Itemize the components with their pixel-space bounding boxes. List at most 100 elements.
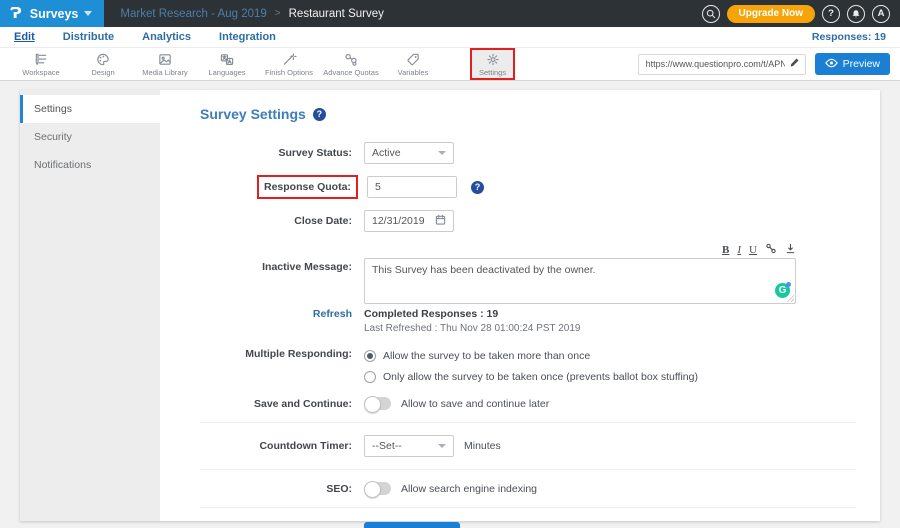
notifications-button[interactable] xyxy=(847,5,865,23)
title-help-icon[interactable]: ? xyxy=(313,108,326,121)
settings-content: Survey Settings ? Survey Status: Active … xyxy=(160,90,880,521)
save-and-continue-text: Allow to save and continue later xyxy=(401,398,549,410)
countdown-timer-select[interactable]: --Set-- xyxy=(364,435,454,457)
eye-icon xyxy=(825,58,838,71)
close-date-input[interactable]: 12/31/2019 xyxy=(364,210,454,232)
help-button[interactable]: ? xyxy=(822,5,840,23)
calendar-icon xyxy=(435,214,446,228)
settings-panel: Settings Security Notifications Survey S… xyxy=(20,90,880,521)
seo-row: SEO: Allow search engine indexing xyxy=(200,482,856,495)
main-nav: Edit Distribute Analytics Integration Re… xyxy=(0,27,900,48)
toolbar-item-variables[interactable]: Variables xyxy=(382,52,444,77)
format-clear-icon[interactable] xyxy=(785,243,796,257)
completed-responses: Completed Responses : 19 xyxy=(364,308,580,320)
magic-wand-icon xyxy=(281,52,297,67)
seo-text: Allow search engine indexing xyxy=(401,483,537,495)
chain-links-icon xyxy=(343,52,359,67)
chevron-down-icon xyxy=(438,151,446,155)
settings-sidebar: Settings Security Notifications xyxy=(20,90,160,521)
sidebar-item-settings[interactable]: Settings xyxy=(20,95,160,123)
chevron-down-icon xyxy=(84,11,92,16)
radio-unselected-icon[interactable] xyxy=(364,371,376,383)
toolbar-item-languages[interactable]: Languages xyxy=(196,52,258,77)
gear-icon xyxy=(485,52,501,67)
radio-selected-icon[interactable] xyxy=(364,350,376,362)
breadcrumb-separator: > xyxy=(275,8,281,19)
toolbar-item-workspace[interactable]: Workspace xyxy=(10,52,72,77)
save-and-continue-label: Save and Continue: xyxy=(200,398,352,410)
countdown-minutes-text: Minutes xyxy=(464,440,501,452)
nav-tab-edit[interactable]: Edit xyxy=(14,31,35,43)
refresh-link[interactable]: Refresh xyxy=(200,308,352,320)
divider xyxy=(200,469,856,470)
multiple-responding-row: Multiple Responding: Allow the survey to… xyxy=(200,348,856,383)
palette-icon xyxy=(95,52,111,67)
response-quota-input[interactable]: 5 xyxy=(367,176,457,198)
refresh-row: Refresh Completed Responses : 19 Last Re… xyxy=(200,308,856,334)
topbar-actions: Upgrade Now ? A xyxy=(702,5,900,23)
close-date-label: Close Date: xyxy=(200,215,352,227)
breadcrumb-parent[interactable]: Market Research - Aug 2019 xyxy=(120,8,266,20)
resize-handle[interactable] xyxy=(787,295,794,302)
surveys-menu[interactable]: Ɂ Surveys xyxy=(0,0,104,27)
countdown-timer-label: Countdown Timer: xyxy=(200,440,352,452)
divider xyxy=(200,507,856,508)
format-link-icon[interactable] xyxy=(765,243,777,257)
workspace-icon xyxy=(33,52,49,67)
save-and-continue-row: Save and Continue: Allow to save and con… xyxy=(200,397,856,410)
seo-label: SEO: xyxy=(200,483,352,495)
toolbar-item-design[interactable]: Design xyxy=(72,52,134,77)
responses-count[interactable]: Responses: 19 xyxy=(812,31,886,43)
image-icon xyxy=(157,52,173,67)
page-background: Settings Security Notifications Survey S… xyxy=(0,81,900,528)
chevron-down-icon xyxy=(438,444,446,448)
survey-url-field[interactable]: https://www.questionpro.com/t/APNrfZ xyxy=(638,54,806,75)
divider xyxy=(200,422,856,423)
format-underline-icon[interactable]: U xyxy=(749,244,757,256)
sidebar-item-security[interactable]: Security xyxy=(20,123,160,151)
seo-toggle[interactable] xyxy=(364,482,391,495)
inactive-message-textarea[interactable]: This Survey has been deactivated by the … xyxy=(364,258,796,304)
close-date-row: Close Date: 12/31/2019 xyxy=(200,210,856,232)
edit-url-pencil-icon[interactable] xyxy=(789,57,800,71)
breadcrumb-current: Restaurant Survey xyxy=(289,8,384,20)
last-refreshed: Last Refreshed : Thu Nov 28 01:00:24 PST… xyxy=(364,323,580,334)
nav-tab-distribute[interactable]: Distribute xyxy=(63,31,114,43)
nav-tab-integration[interactable]: Integration xyxy=(219,31,276,43)
format-toolbar: B I U xyxy=(364,243,796,256)
sidebar-item-notifications[interactable]: Notifications xyxy=(20,151,160,179)
radio-option-once[interactable]: Only allow the survey to be taken once (… xyxy=(364,371,698,383)
page-title: Survey Settings ? xyxy=(200,106,856,122)
save-changes-button[interactable]: Save Changes xyxy=(364,522,460,528)
upgrade-now-button[interactable]: Upgrade Now xyxy=(727,5,815,23)
countdown-timer-row: Countdown Timer: --Set-- Minutes xyxy=(200,435,856,457)
account-avatar[interactable]: A xyxy=(872,5,890,23)
topbar: Ɂ Surveys Market Research - Aug 2019 > R… xyxy=(0,0,900,27)
inactive-message-label: Inactive Message: xyxy=(200,243,352,273)
survey-status-label: Survey Status: xyxy=(200,147,352,159)
toolbar-item-media-library[interactable]: Media Library xyxy=(134,52,196,77)
multiple-responding-label: Multiple Responding: xyxy=(200,348,352,360)
survey-status-row: Survey Status: Active xyxy=(200,142,856,164)
radio-option-multiple[interactable]: Allow the survey to be taken more than o… xyxy=(364,350,698,362)
toolbar-item-settings[interactable]: Settings xyxy=(470,48,515,80)
toolbar-item-finish-options[interactable]: Finish Options xyxy=(258,52,320,77)
survey-status-select[interactable]: Active xyxy=(364,142,454,164)
inactive-message-row: Inactive Message: B I U This xyxy=(200,243,856,304)
search-button[interactable] xyxy=(702,5,720,23)
nav-tab-analytics[interactable]: Analytics xyxy=(142,31,191,43)
breadcrumb: Market Research - Aug 2019 > Restaurant … xyxy=(120,8,383,20)
tag-icon xyxy=(405,52,421,67)
format-bold-icon[interactable]: B xyxy=(722,244,729,256)
save-and-continue-toggle[interactable] xyxy=(364,397,391,410)
toolbar-item-advance-quotas[interactable]: Advance Quotas xyxy=(320,52,382,77)
response-stats: Completed Responses : 19 Last Refreshed … xyxy=(364,308,580,334)
preview-button[interactable]: Preview xyxy=(815,53,890,75)
response-quota-label: Response Quota: xyxy=(257,175,358,199)
format-italic-icon[interactable]: I xyxy=(737,244,741,256)
quota-help-icon[interactable]: ? xyxy=(471,181,484,194)
response-quota-row: Response Quota: 5 ? xyxy=(200,175,856,199)
survey-url-value: https://www.questionpro.com/t/APNrfZ xyxy=(646,59,785,69)
edit-toolbar: Workspace Design Media Library Languages… xyxy=(0,48,900,81)
product-label: Surveys xyxy=(30,7,93,21)
